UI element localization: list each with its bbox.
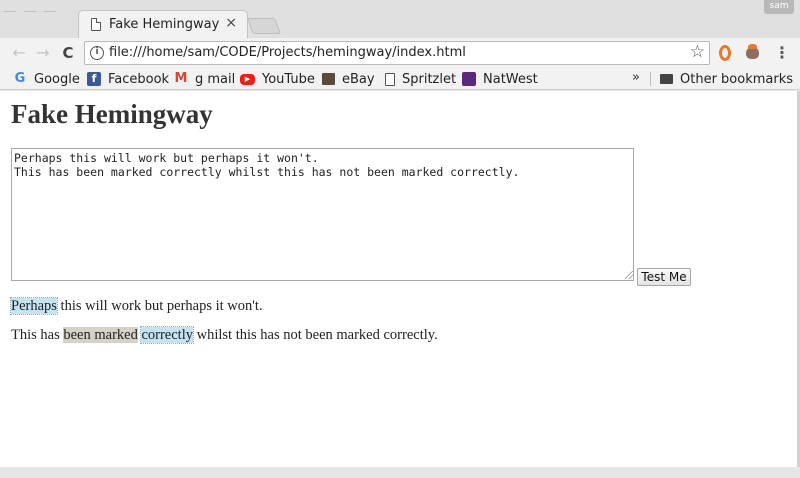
output-text: this will work but perhaps it won't. [56,298,263,314]
bookmark-star-icon[interactable]: ☆ [690,42,705,62]
tab-close-icon[interactable]: × [225,15,237,31]
bookmark-spritzlet[interactable]: Spritzlet [385,70,456,88]
facebook-icon: f [87,72,101,86]
document-icon [385,72,395,86]
back-icon[interactable]: ← [8,42,30,64]
page-title: Fake Hemingway [11,99,213,129]
textarea-resize-handle[interactable] [625,271,633,279]
opera-extension-icon[interactable] [719,45,731,61]
window-controls[interactable] [4,4,64,23]
bookmark-label: YouTube [262,71,315,87]
natwest-icon [462,72,476,86]
bookmark-google[interactable]: G Google [13,70,80,88]
bookmark-label: eBay [342,71,375,87]
bookmark-label: g mail [195,71,236,87]
folder-icon [660,74,673,84]
bookmark-ebay[interactable]: eBay [322,70,375,88]
menu-kebab-icon[interactable]: ⋮ [774,43,790,63]
output-text: whilst this has not been marked correctl… [193,327,438,343]
ebay-icon [322,73,335,85]
new-tab-button[interactable] [247,18,281,34]
tab-title: Fake Hemingway [109,17,220,32]
tab-strip: Fake Hemingway × sam [0,0,800,38]
bookmark-label: Spritzlet [402,71,457,87]
bookmark-label: Google [34,71,80,87]
adverb-highlight: correctly [140,326,194,344]
adverb-highlight: Perhaps [10,297,58,315]
bookmarks-overflow-button[interactable]: » [632,70,640,85]
test-me-button[interactable]: Test Me [637,268,691,286]
page-content: Fake Hemingway Perhaps this will work bu… [0,91,797,467]
bookmark-natwest[interactable]: NatWest [462,70,538,88]
bookmark-youtube[interactable]: ▶ YouTube [240,70,315,88]
other-bookmarks[interactable]: Other bookmarks [660,70,793,88]
other-bookmarks-label: Other bookmarks [680,71,794,87]
profile-button[interactable]: sam [764,0,794,14]
passive-voice-highlight: been marked [63,327,138,343]
output-line: Perhaps this will work but perhaps it wo… [10,297,263,315]
bookmark-gmail[interactable]: M g mail [174,70,236,88]
bookmark-facebook[interactable]: f Facebook [87,70,169,88]
forward-icon[interactable]: → [32,42,54,64]
page-icon [91,18,101,31]
info-icon[interactable]: i [90,46,104,60]
output-line: This has been marked correctly whilst th… [11,326,438,344]
bookmark-label: NatWest [483,71,538,87]
youtube-icon: ▶ [240,73,255,85]
bookmarks-divider [650,72,651,86]
text-input-area[interactable]: Perhaps this will work but perhaps it wo… [11,148,634,281]
toolbar: ← → C i file:///home/sam/CODE/Projects/h… [0,38,800,68]
address-bar[interactable]: i file:///home/sam/CODE/Projects/hemingw… [84,41,710,65]
tab-active[interactable]: Fake Hemingway × [78,10,248,38]
bookmark-label: Facebook [108,71,170,87]
google-icon: G [14,71,26,86]
extension-icon[interactable] [746,44,759,59]
bookmarks-bar: G Google f Facebook M g mail ▶ YouTube e… [0,68,800,90]
output-text: This has [11,327,64,343]
gmail-icon: M [174,71,188,86]
url-text[interactable]: file:///home/sam/CODE/Projects/hemingway… [109,45,466,60]
reload-icon[interactable]: C [57,42,79,64]
